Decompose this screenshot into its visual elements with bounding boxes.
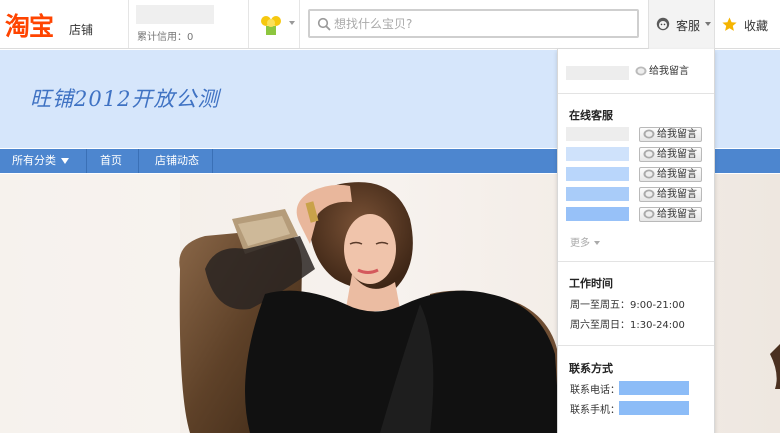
top-bar: 淘宝 店铺 累计信用：0 客服 收藏 xyxy=(0,0,780,49)
wangwang-message-icon xyxy=(635,66,647,76)
banner-title: 旺铺2012开放公测 xyxy=(30,87,220,111)
agent-message-button-5[interactable]: 给我留言 xyxy=(639,207,702,222)
star-icon xyxy=(722,17,737,31)
search-icon[interactable] xyxy=(317,17,331,31)
hours-weekend: 周六至周日：1:30-24:00 xyxy=(570,320,685,331)
chevron-down-icon xyxy=(705,22,711,26)
search-box[interactable] xyxy=(308,9,639,38)
wangwang-icon[interactable] xyxy=(259,12,283,36)
agent-name-bar-3 xyxy=(566,167,629,181)
nav-home-label: 首页 xyxy=(100,154,122,167)
wangwang-message-icon xyxy=(643,169,655,179)
customer-service-label: 客服 xyxy=(676,19,701,33)
divider xyxy=(299,0,300,48)
leave-message-label: 给我留言 xyxy=(649,66,689,77)
logo-text: 淘宝 xyxy=(5,12,54,41)
panel-top-section: 给我留言 xyxy=(558,49,714,94)
nav-all-categories-label: 所有分类 xyxy=(12,154,56,167)
nav-divider xyxy=(212,149,213,173)
working-hours-title: 工作时间 xyxy=(569,277,613,290)
divider xyxy=(248,0,249,48)
agent-message-button-2[interactable]: 给我留言 xyxy=(639,147,702,162)
nav-shop-news-label: 店铺动态 xyxy=(155,154,199,167)
nav-divider xyxy=(86,149,87,173)
agent-message-label: 给我留言 xyxy=(657,129,697,140)
wangwang-message-icon xyxy=(643,189,655,199)
customer-service-icon xyxy=(656,17,670,31)
leave-message-button[interactable]: 给我留言 xyxy=(632,65,695,80)
hours-weekday: 周一至周五：9:00-21:00 xyxy=(570,300,685,311)
favorite-label: 收藏 xyxy=(744,19,769,33)
online-service-section: 在线客服 给我留言 给我留言 给我留言 给我留言 给我留言 更多 xyxy=(558,94,714,262)
wangwang-message-icon xyxy=(643,129,655,139)
agent-message-button-3[interactable]: 给我留言 xyxy=(639,167,702,182)
nav-divider xyxy=(138,149,139,173)
nav-shop-news[interactable]: 店铺动态 xyxy=(155,149,199,173)
contact-section: 联系方式 联系电话： 联系手机： xyxy=(558,346,714,433)
agent-message-label: 给我留言 xyxy=(657,169,697,180)
agent-message-button-4[interactable]: 给我留言 xyxy=(639,187,702,202)
search-input[interactable] xyxy=(334,14,629,34)
chevron-down-icon xyxy=(594,241,600,245)
agent-message-label: 给我留言 xyxy=(657,209,697,220)
wangwang-message-icon xyxy=(643,209,655,219)
shop-name-placeholder[interactable] xyxy=(136,5,214,24)
nav-all-categories[interactable]: 所有分类 xyxy=(12,149,69,173)
more-label: 更多 xyxy=(570,238,590,249)
contact-mobile-value xyxy=(619,401,689,415)
contact-phone-label: 联系电话： xyxy=(570,385,620,396)
more-agents-link[interactable]: 更多 xyxy=(570,234,600,249)
agent-name-bar-2 xyxy=(566,147,629,161)
contact-phone-value xyxy=(619,381,689,395)
account-name-placeholder xyxy=(566,66,629,80)
agent-name-bar-5 xyxy=(566,207,629,221)
contact-title: 联系方式 xyxy=(569,362,613,375)
credit-text: 累计信用：0 xyxy=(137,32,194,43)
agent-name-bar-1 xyxy=(566,127,629,141)
agent-message-label: 给我留言 xyxy=(657,149,697,160)
customer-service-panel: 给我留言 在线客服 给我留言 给我留言 给我留言 给我留言 给我留言 更多 工作… xyxy=(557,49,715,433)
agent-message-label: 给我留言 xyxy=(657,189,697,200)
nav-home[interactable]: 首页 xyxy=(100,149,122,173)
online-service-title: 在线客服 xyxy=(569,109,613,122)
working-hours-section: 工作时间 周一至周五：9:00-21:00 周六至周日：1:30-24:00 xyxy=(558,262,714,346)
chevron-down-icon[interactable] xyxy=(289,21,295,25)
caret-down-icon xyxy=(61,158,69,164)
contact-mobile-label: 联系手机： xyxy=(570,405,620,416)
agent-message-button-1[interactable]: 给我留言 xyxy=(639,127,702,142)
agent-name-bar-4 xyxy=(566,187,629,201)
divider xyxy=(128,0,129,48)
wangwang-message-icon xyxy=(643,149,655,159)
logo-subtext: 店铺 xyxy=(69,23,94,37)
taobao-shop-logo[interactable]: 淘宝 店铺 xyxy=(5,6,125,42)
customer-service-tab[interactable]: 客服 xyxy=(648,0,715,49)
